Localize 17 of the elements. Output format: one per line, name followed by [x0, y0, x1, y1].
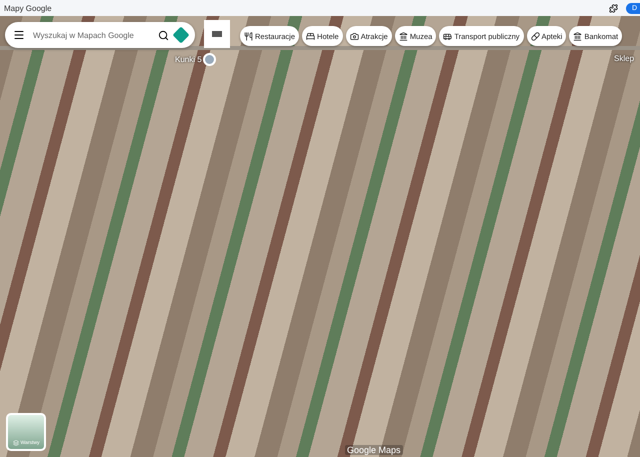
pill-icon	[530, 32, 540, 40]
location-pin[interactable]	[203, 53, 216, 66]
menu-icon[interactable]	[13, 29, 25, 41]
search-bar[interactable]: Wyszukaj w Mapach Google	[5, 22, 195, 48]
puzzle-icon[interactable]	[608, 4, 618, 12]
layers-icon	[12, 440, 18, 446]
window-title: Mapy Google	[4, 4, 52, 12]
search-icon[interactable]	[158, 30, 169, 40]
place-label: Kunki 5	[175, 55, 202, 64]
fork-knife-icon	[244, 32, 253, 40]
attribution: Google Maps	[345, 445, 403, 455]
keyboard-button[interactable]	[204, 20, 230, 48]
place-label: Sklep	[614, 54, 634, 63]
camera-icon	[350, 32, 359, 40]
bus-icon	[443, 32, 452, 40]
bed-icon	[306, 32, 316, 40]
building-icon	[398, 32, 408, 40]
